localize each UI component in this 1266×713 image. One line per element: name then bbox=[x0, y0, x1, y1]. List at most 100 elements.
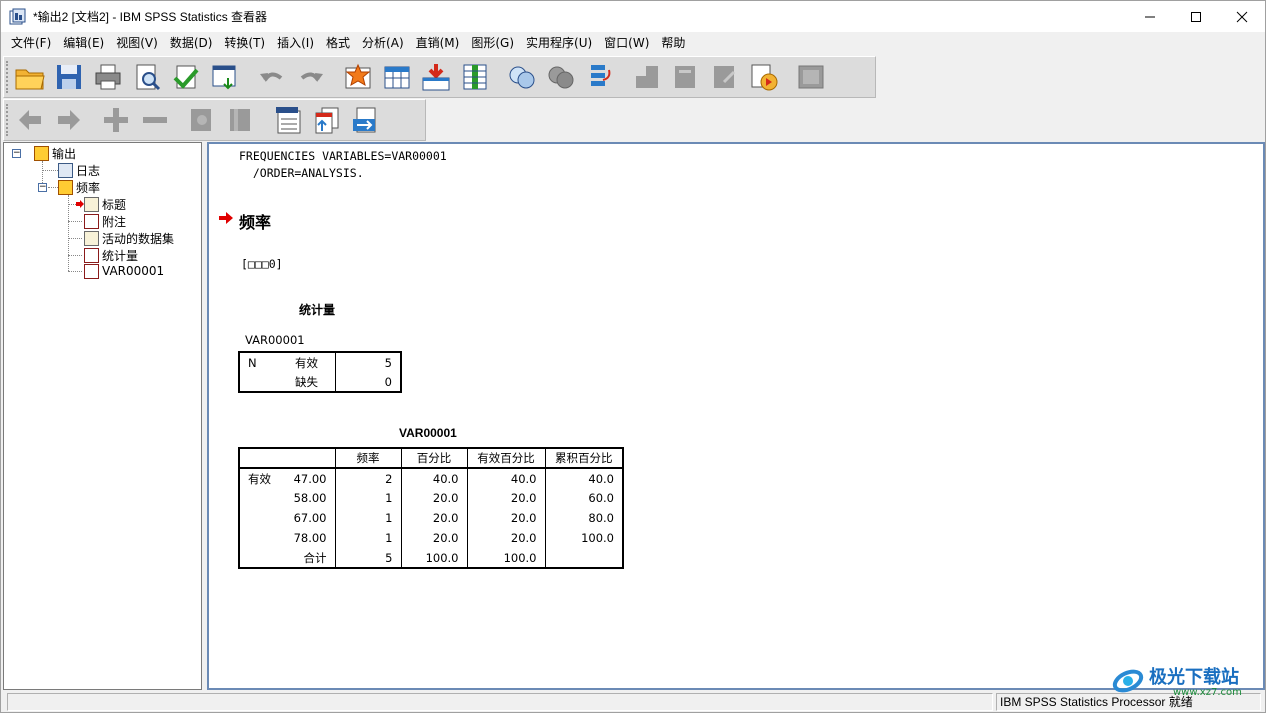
outline-node-notes[interactable]: 附注 bbox=[84, 213, 126, 229]
table-row: 有效 47.00 2 40.0 40.0 40.0 bbox=[239, 468, 623, 488]
row-group-cell: 有效 bbox=[248, 471, 271, 486]
menu-transform[interactable]: 转换(T) bbox=[218, 32, 271, 54]
outline-node-var00001[interactable]: VAR00001 bbox=[84, 263, 164, 279]
minimize-button[interactable] bbox=[1127, 1, 1173, 32]
show-all-icon bbox=[548, 66, 574, 89]
expand-button[interactable] bbox=[98, 102, 134, 138]
open-button[interactable] bbox=[12, 59, 48, 95]
insert-text-button[interactable] bbox=[707, 59, 743, 95]
collapse-icon bbox=[143, 117, 167, 123]
collapse-toggle-root[interactable]: − bbox=[12, 149, 21, 158]
stats-cell: 5 bbox=[334, 352, 401, 372]
menu-insert[interactable]: 插入(I) bbox=[271, 32, 320, 54]
close-icon bbox=[1236, 11, 1248, 22]
outline-node-active-dataset[interactable]: 活动的数据集 bbox=[84, 230, 174, 246]
collapse-toggle-freq[interactable]: − bbox=[38, 183, 47, 192]
table-row: 合计 5 100.0 100.0 bbox=[239, 548, 623, 568]
export-button[interactable] bbox=[168, 59, 204, 95]
variables-icon bbox=[463, 64, 487, 90]
menu-view[interactable]: 视图(V) bbox=[110, 32, 164, 54]
insert-title-button[interactable] bbox=[270, 102, 306, 138]
frequency-table-icon bbox=[84, 263, 99, 279]
variables-button[interactable] bbox=[457, 59, 493, 95]
cumulative-percent-cell: 80.0 bbox=[588, 511, 614, 525]
insert-export-button[interactable] bbox=[348, 102, 384, 138]
spss-viewer-window: *输出2 [文档2] - IBM SPSS Statistics 查看器 文件(… bbox=[0, 0, 1266, 713]
designate-window-button[interactable] bbox=[582, 59, 618, 95]
output-content-pane[interactable]: FREQUENCIES VARIABLES=VAR00001 /ORDER=AN… bbox=[207, 142, 1265, 690]
status-message-panel bbox=[7, 693, 993, 711]
print-button[interactable] bbox=[90, 59, 126, 95]
insert-new-button[interactable] bbox=[309, 102, 345, 138]
table-row: 67.00 1 20.0 20.0 80.0 bbox=[239, 508, 623, 528]
outline-label-notes: 附注 bbox=[102, 214, 127, 229]
cumulative-percent-cell bbox=[545, 548, 623, 568]
insert-text-icon bbox=[714, 66, 736, 88]
menu-graphs[interactable]: 图形(G) bbox=[465, 32, 520, 54]
save-icon bbox=[57, 65, 81, 89]
outline-node-title[interactable]: 标题 bbox=[76, 196, 126, 212]
stats-cell bbox=[239, 372, 287, 392]
percent-cell: 40.0 bbox=[401, 468, 468, 488]
goto-variable-button[interactable] bbox=[379, 59, 415, 95]
log-icon bbox=[58, 162, 73, 178]
menu-format[interactable]: 格式 bbox=[320, 32, 356, 54]
menu-file[interactable]: 文件(F) bbox=[5, 32, 57, 54]
open-icon bbox=[15, 69, 45, 90]
menu-direct-marketing[interactable]: 直销(M) bbox=[410, 32, 466, 54]
collapse-button[interactable] bbox=[137, 102, 173, 138]
frequency-table-title: VAR00001 bbox=[399, 426, 457, 440]
select-last-output-button[interactable] bbox=[629, 59, 665, 95]
header-cell: 累积百分比 bbox=[555, 451, 613, 465]
print-preview-button[interactable] bbox=[129, 59, 165, 95]
export-icon bbox=[173, 65, 199, 89]
insert-heading-button[interactable] bbox=[668, 59, 704, 95]
expand-icon bbox=[104, 108, 128, 132]
show-all-button[interactable] bbox=[543, 59, 579, 95]
menu-analyze[interactable]: 分析(A) bbox=[356, 32, 410, 54]
close-button[interactable] bbox=[1219, 1, 1265, 32]
recall-dialog-icon bbox=[212, 65, 236, 90]
menu-data[interactable]: 数据(D) bbox=[164, 32, 219, 54]
valid-percent-cell: 20.0 bbox=[467, 528, 546, 548]
freq-cell: 1 bbox=[335, 488, 402, 508]
use-sets-button[interactable] bbox=[504, 59, 540, 95]
show-button[interactable] bbox=[184, 102, 220, 138]
row-group-cell bbox=[239, 548, 283, 568]
menu-window[interactable]: 窗口(W) bbox=[598, 32, 655, 54]
print-icon bbox=[95, 64, 121, 90]
promote-button[interactable] bbox=[12, 102, 48, 138]
print-preview-icon bbox=[136, 64, 161, 91]
outline-node-output[interactable]: 输出 bbox=[34, 145, 76, 161]
undo-button[interactable] bbox=[254, 59, 290, 95]
demote-button[interactable] bbox=[51, 102, 87, 138]
goto-case-button[interactable] bbox=[340, 59, 376, 95]
hide-button[interactable] bbox=[223, 102, 259, 138]
redo-button[interactable] bbox=[293, 59, 329, 95]
gray-box-button[interactable] bbox=[793, 59, 829, 95]
show-icon bbox=[191, 109, 211, 131]
outline-pane[interactable]: − 输出 日志 − 频率 标题 附注 活动的数据集 统计量 VAR00001 bbox=[3, 142, 202, 690]
freq-cell: 1 bbox=[335, 508, 402, 528]
statistics-table: N 有效 5 缺失 0 bbox=[238, 351, 402, 393]
script-button[interactable] bbox=[746, 59, 782, 95]
outline-label-title: 标题 bbox=[102, 197, 127, 212]
toolbar-grip[interactable] bbox=[6, 61, 10, 93]
row-value-cell: 67.00 bbox=[283, 508, 336, 528]
menu-utilities[interactable]: 实用程序(U) bbox=[520, 32, 598, 54]
outline-node-frequencies[interactable]: 频率 bbox=[58, 179, 100, 195]
recall-dialog-button[interactable] bbox=[207, 59, 243, 95]
insert-cases-button[interactable] bbox=[418, 59, 454, 95]
toolbar-grip-2[interactable] bbox=[6, 104, 10, 136]
maximize-button[interactable] bbox=[1173, 1, 1219, 32]
title-icon bbox=[84, 196, 99, 212]
save-button[interactable] bbox=[51, 59, 87, 95]
header-cell: 频率 bbox=[335, 448, 402, 468]
watermark-url: www.xz7.com bbox=[1173, 687, 1242, 698]
outline-node-statistics[interactable]: 统计量 bbox=[84, 247, 138, 263]
insert-new-icon bbox=[315, 107, 339, 134]
outline-label-frequencies: 频率 bbox=[76, 180, 101, 195]
menu-edit[interactable]: 编辑(E) bbox=[57, 32, 110, 54]
menu-help[interactable]: 帮助 bbox=[655, 32, 691, 54]
outline-node-log[interactable]: 日志 bbox=[58, 162, 100, 178]
